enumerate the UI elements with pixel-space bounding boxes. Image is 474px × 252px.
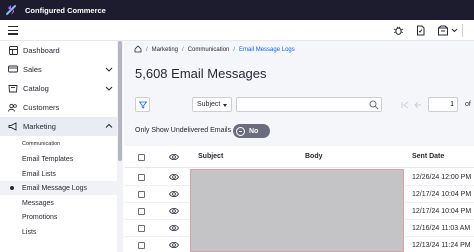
sidebar-item-label: Email Templates: [22, 155, 74, 163]
chevron-down-icon[interactable]: [105, 65, 113, 73]
breadcrumb-separator: /: [182, 47, 184, 53]
caret-down-icon: [223, 104, 227, 107]
bug-icon[interactable]: [392, 24, 404, 36]
sidebar-item-messages[interactable]: Messages: [0, 196, 118, 210]
sidebar-item-label: Lists: [22, 228, 37, 236]
column-header-sent-date[interactable]: Sent Date: [412, 153, 444, 160]
sidebar-item-email-templates[interactable]: Email Templates: [0, 152, 118, 166]
sidebar-item-customers[interactable]: Customers: [0, 98, 118, 117]
chevron-down-icon[interactable]: [450, 24, 458, 36]
sidebar-item-sales[interactable]: Sales: [0, 60, 118, 79]
breadcrumb-current[interactable]: Email Message Logs: [239, 47, 295, 53]
catalog-icon: [8, 84, 18, 94]
sidebar-scrollbar[interactable]: [117, 41, 123, 252]
page-title: 5,608 Email Messages: [135, 66, 267, 81]
toolbar-divider: [462, 24, 463, 37]
column-header-subject[interactable]: Subject: [198, 153, 223, 160]
breadcrumb-separator: /: [146, 47, 148, 53]
sent-date-cell: 12/26/24 12:00 PM: [412, 174, 472, 181]
eye-icon[interactable]: [169, 207, 179, 215]
sidebar-item-email-lists[interactable]: Email Lists: [0, 167, 118, 181]
sidebar-item-label: Email Lists: [22, 170, 56, 178]
sidebar-item-marketing[interactable]: Marketing: [0, 117, 118, 136]
breadcrumb-item[interactable]: Communication: [188, 47, 230, 53]
list-toolbar: Subject of: [124, 94, 474, 116]
sidebar-item-label: Dashboard: [23, 46, 60, 55]
sidebar-item-label: Marketing: [23, 122, 56, 131]
search-icon[interactable]: [369, 100, 379, 110]
undelivered-toggle[interactable]: No: [233, 124, 270, 138]
select-all-checkbox[interactable]: [138, 154, 145, 161]
first-page-icon[interactable]: [400, 100, 410, 110]
sidebar-item-label: Email Message Logs: [22, 184, 87, 192]
breadcrumb-item[interactable]: Marketing: [152, 47, 178, 53]
toggle-label: Only Show Undelivered Emails: [135, 127, 232, 134]
toggle-state: No: [249, 127, 259, 135]
page-number-input[interactable]: [428, 97, 458, 112]
sidebar-item-catalog[interactable]: Catalog: [0, 79, 118, 98]
sent-date-cell: 12/13/24 11:24 PM: [412, 242, 471, 249]
table-header: Subject Body Sent Date: [124, 146, 474, 168]
row-checkbox[interactable]: [138, 191, 145, 198]
search-input[interactable]: [236, 97, 382, 112]
filter-button[interactable]: [135, 97, 150, 112]
app-title: Configured Commerce: [25, 5, 106, 15]
select-value: Subject: [197, 101, 221, 108]
breadcrumb: / Marketing / Communication / Email Mess…: [134, 45, 295, 55]
document-icon[interactable]: [414, 24, 426, 36]
sidebar-item-label: Promotions: [22, 213, 58, 221]
sidebar-item-email-message-logs[interactable]: Email Message Logs: [0, 181, 118, 195]
sidebar-item-label: Messages: [22, 199, 54, 207]
previous-page-icon[interactable]: [413, 100, 423, 110]
eye-icon[interactable]: [169, 224, 179, 232]
redacted-content-block: [190, 169, 404, 252]
row-checkbox[interactable]: [138, 208, 145, 215]
row-checkbox[interactable]: [138, 225, 145, 232]
cart-icon: [8, 65, 18, 75]
eye-icon[interactable]: [169, 241, 179, 249]
sidebar-item-label: Customers: [23, 103, 60, 112]
filter-icon: [138, 101, 147, 109]
top-bar: Configured Commerce: [0, 0, 474, 20]
sidebar-item-label: Sales: [23, 65, 42, 74]
page-of-label: of: [465, 101, 471, 108]
sidebar-item-label: Catalog: [23, 84, 49, 93]
app-logo-icon[interactable]: [3, 2, 19, 18]
undelivered-filter: Only Show Undelivered Emails No: [124, 123, 474, 141]
breadcrumb-separator: /: [233, 47, 236, 53]
users-icon: [8, 103, 18, 113]
megaphone-icon: [8, 122, 18, 132]
sent-date-cell: 12/16/24 11:03 AM: [412, 225, 471, 232]
dashboard-icon: [8, 46, 18, 56]
row-checkbox[interactable]: [138, 174, 145, 181]
eye-icon[interactable]: [169, 173, 179, 181]
home-icon[interactable]: [134, 45, 142, 55]
sent-date-cell: 12/17/24 10:04 PM: [412, 208, 472, 215]
main-content: / Marketing / Communication / Email Mess…: [124, 41, 474, 252]
row-checkbox[interactable]: [138, 242, 145, 249]
scrollbar-thumb[interactable]: [118, 41, 122, 161]
email-messages-table: Subject Body Sent Date 12/26/24 12:00 PM…: [124, 146, 474, 252]
search-field-select[interactable]: Subject: [192, 97, 232, 112]
toggle-knob-icon: [236, 126, 245, 136]
sidebar: Dashboard Sales Catalog Customers Market…: [0, 41, 118, 252]
secondary-toolbar: [0, 20, 474, 41]
sidebar-item-lists[interactable]: Lists: [0, 225, 118, 239]
eye-icon: [169, 153, 179, 161]
menu-icon[interactable]: [8, 26, 18, 35]
inbox-icon[interactable]: [437, 24, 449, 36]
chevron-up-icon[interactable]: [105, 122, 113, 130]
sent-date-cell: 12/17/24 10:04 PM: [412, 191, 472, 198]
current-indicator-icon: [10, 186, 14, 190]
column-header-body[interactable]: Body: [305, 153, 323, 160]
sidebar-section-label: Communication: [22, 141, 61, 147]
sidebar-item-dashboard[interactable]: Dashboard: [0, 41, 118, 60]
sidebar-item-promotions[interactable]: Promotions: [0, 210, 118, 224]
eye-icon[interactable]: [169, 190, 179, 198]
chevron-down-icon[interactable]: [105, 84, 113, 92]
